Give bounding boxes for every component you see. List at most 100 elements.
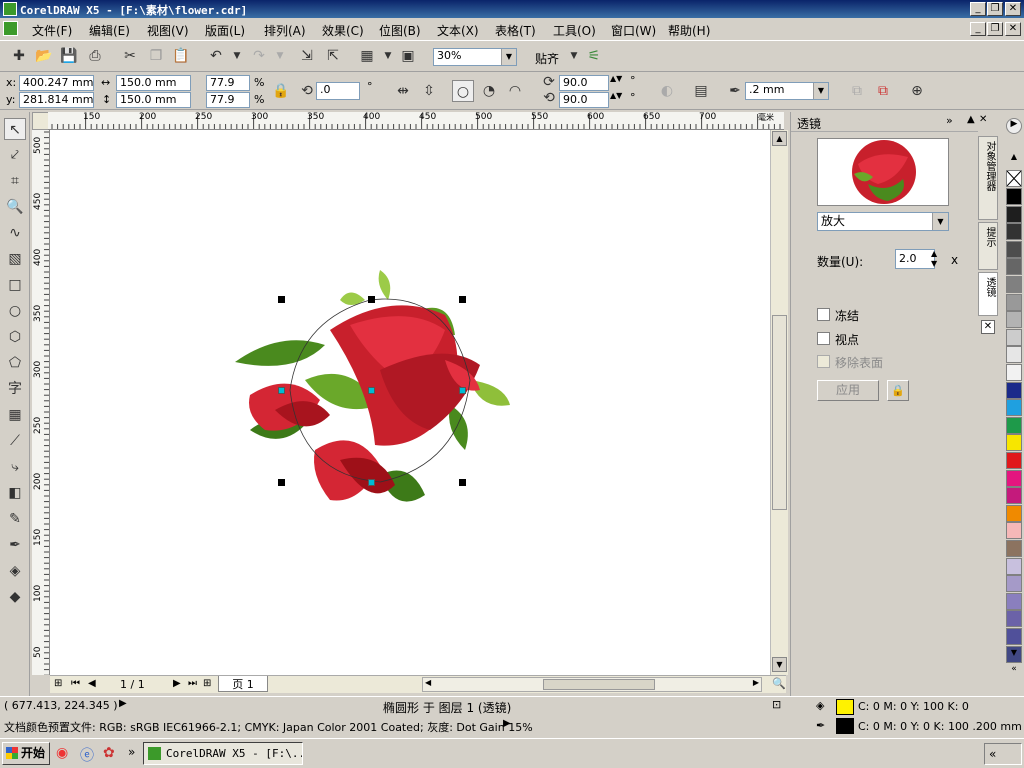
color-swatch[interactable] <box>1006 328 1022 346</box>
crop-tool-icon[interactable]: ⌗ <box>4 170 26 192</box>
menu-tools[interactable]: 工具(O) <box>553 22 596 39</box>
color-swatch[interactable] <box>1006 311 1022 329</box>
shape-tool-icon[interactable]: ⤦ <box>4 144 26 166</box>
scale-y-input[interactable]: 77.9 <box>206 92 250 108</box>
vertical-ruler[interactable]: 500 450 400 350 300 250 200 150 100 50 <box>32 130 50 675</box>
start-button[interactable]: 开始 <box>2 742 50 765</box>
outline-tool-icon[interactable]: ✒ <box>4 534 26 556</box>
arc-mode-icon[interactable]: ◠ <box>504 80 526 102</box>
status-expand-icon[interactable]: ▶ <box>119 698 127 709</box>
ellipse-node[interactable] <box>278 387 285 394</box>
save-icon[interactable]: 💾 <box>58 45 80 67</box>
selection-handle[interactable] <box>278 479 285 486</box>
ellipse-tool-icon[interactable]: ○ <box>4 300 26 322</box>
tab-lens[interactable]: 透镜 <box>978 272 998 316</box>
mirror-vertical-icon[interactable]: ⇳ <box>418 80 440 102</box>
import-icon[interactable]: ⇲ <box>296 45 318 67</box>
rectangle-tool-icon[interactable]: □ <box>4 274 26 296</box>
first-page-icon[interactable]: ⏮ <box>71 678 80 689</box>
undo-dropdown-icon[interactable]: ▼ <box>226 45 248 67</box>
doc-restore-button[interactable]: ❐ <box>987 22 1003 36</box>
pie-mode-icon[interactable]: ◔ <box>478 80 500 102</box>
vertical-scrollbar[interactable]: ▲ ▼ <box>770 130 788 675</box>
color-swatch[interactable] <box>1006 469 1022 487</box>
navigator-icon[interactable]: 🔍 <box>772 677 786 690</box>
smart-fill-tool-icon[interactable]: ▧ <box>4 248 26 270</box>
quick-launch-more-icon[interactable]: » <box>128 745 135 759</box>
menu-layout[interactable]: 版面(L) <box>205 22 245 39</box>
chrome-icon[interactable]: ◉ <box>56 745 68 761</box>
snap-to-button[interactable]: 贴齐 <box>535 50 559 67</box>
menu-help[interactable]: 帮助(H) <box>668 22 710 39</box>
height-input[interactable]: 150.0 mm <box>116 92 191 108</box>
color-swatch[interactable] <box>1006 364 1022 381</box>
color-swatch[interactable] <box>1006 504 1022 522</box>
profile-expand-icon[interactable]: ▶ <box>503 718 511 729</box>
x-position-input[interactable]: 400.247 mm <box>19 75 94 91</box>
wrap-text-icon[interactable]: ▤ <box>690 80 712 102</box>
add-page-after-icon[interactable]: ⊞ <box>203 678 211 689</box>
lens-type-dropdown-icon[interactable]: ▼ <box>932 213 948 230</box>
color-swatch[interactable] <box>1006 540 1022 557</box>
color-swatch[interactable] <box>1006 522 1022 540</box>
ellipse-mode-icon[interactable]: ○ <box>452 80 474 102</box>
print-icon[interactable]: ⎙ <box>84 45 106 67</box>
color-swatch[interactable] <box>1006 628 1022 645</box>
outline-color-swatch[interactable] <box>836 718 854 734</box>
close-button[interactable]: ✕ <box>1005 2 1021 16</box>
doc-minimize-button[interactable]: _ <box>970 22 986 36</box>
color-swatch[interactable] <box>1006 434 1022 452</box>
color-swatch[interactable] <box>1006 346 1022 364</box>
doc-close-button[interactable]: ✕ <box>1005 22 1021 36</box>
amount-spin-icon[interactable]: ▲ ▼ <box>931 249 937 269</box>
redo-dropdown-icon[interactable]: ▼ <box>269 45 291 67</box>
text-tool-icon[interactable]: 字 <box>4 378 26 400</box>
color-swatch[interactable] <box>1006 188 1022 205</box>
lock-ratio-icon[interactable]: 🔒 <box>270 80 292 102</box>
start-angle-spin-icon[interactable]: ▲▼ <box>610 74 622 83</box>
menu-window[interactable]: 窗口(W) <box>611 22 656 39</box>
next-page-icon[interactable]: ▶ <box>173 678 181 689</box>
palette-scroll-down-icon[interactable]: ▼ <box>1006 648 1022 658</box>
start-angle-input[interactable]: 90.0 <box>559 75 609 91</box>
menu-text[interactable]: 文本(X) <box>437 22 479 39</box>
redo-icon[interactable]: ↷ <box>248 45 270 67</box>
palette-scroll-up-icon[interactable]: ▲ <box>1006 152 1022 162</box>
scroll-down-icon[interactable]: ▼ <box>772 657 787 672</box>
lock-icon[interactable]: 🔒 <box>887 380 909 401</box>
selection-handle[interactable] <box>459 296 466 303</box>
tab-close-icon[interactable]: ✕ <box>981 320 995 334</box>
menu-file[interactable]: 文件(F) <box>32 22 72 39</box>
zoom-select[interactable]: 30% ▼ <box>433 48 517 66</box>
scroll-right-icon[interactable]: ▶ <box>753 678 759 687</box>
scroll-up-icon[interactable]: ▲ <box>772 131 787 146</box>
color-swatch[interactable] <box>1006 610 1022 628</box>
interactive-fill-tool-icon[interactable]: ◆ <box>4 586 26 608</box>
horizontal-scroll-thumb[interactable] <box>543 679 655 690</box>
tray-expand-icon[interactable]: « <box>989 747 996 761</box>
menu-arrange[interactable]: 排列(A) <box>264 22 306 39</box>
zoom-dropdown-icon[interactable]: ▼ <box>501 49 516 65</box>
minimize-button[interactable]: _ <box>970 2 986 16</box>
flower-artwork[interactable] <box>50 130 770 675</box>
color-swatch[interactable] <box>1006 452 1022 469</box>
application-launcher-icon[interactable]: ▦ <box>356 45 378 67</box>
pick-tool-icon[interactable]: ↖ <box>4 118 26 140</box>
ellipse-node[interactable] <box>459 387 466 394</box>
color-swatch[interactable] <box>1006 575 1022 593</box>
previous-page-icon[interactable]: ◀ <box>88 678 96 689</box>
color-swatch[interactable] <box>1006 258 1022 276</box>
color-swatch[interactable] <box>1006 293 1022 311</box>
tab-object-manager[interactable]: 对象管理器 <box>978 136 998 220</box>
mirror-horizontal-icon[interactable]: ⇹ <box>392 80 414 102</box>
selection-handle[interactable] <box>278 296 285 303</box>
last-page-icon[interactable]: ⏭ <box>188 678 197 689</box>
selection-handle[interactable] <box>368 296 375 303</box>
undo-icon[interactable]: ↶ <box>205 45 227 67</box>
scale-x-input[interactable]: 77.9 <box>206 75 250 91</box>
outline-dropdown-icon[interactable]: ▼ <box>813 83 828 99</box>
color-swatch[interactable] <box>1006 381 1022 399</box>
fill-tool-icon[interactable]: ◈ <box>4 560 26 582</box>
selection-handle[interactable] <box>459 479 466 486</box>
no-color-swatch[interactable] <box>1006 170 1022 187</box>
